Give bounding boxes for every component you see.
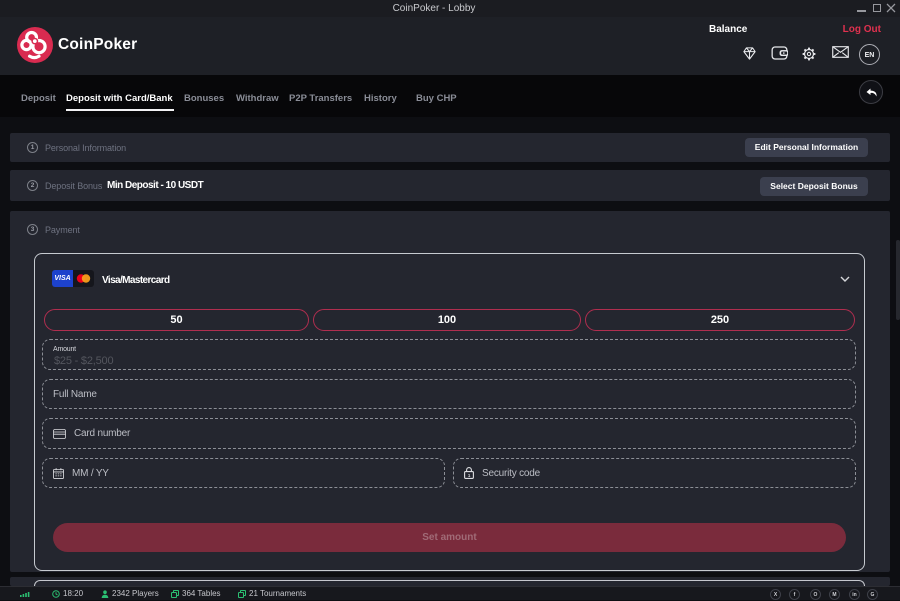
svg-text:1: 1 — [468, 473, 471, 478]
